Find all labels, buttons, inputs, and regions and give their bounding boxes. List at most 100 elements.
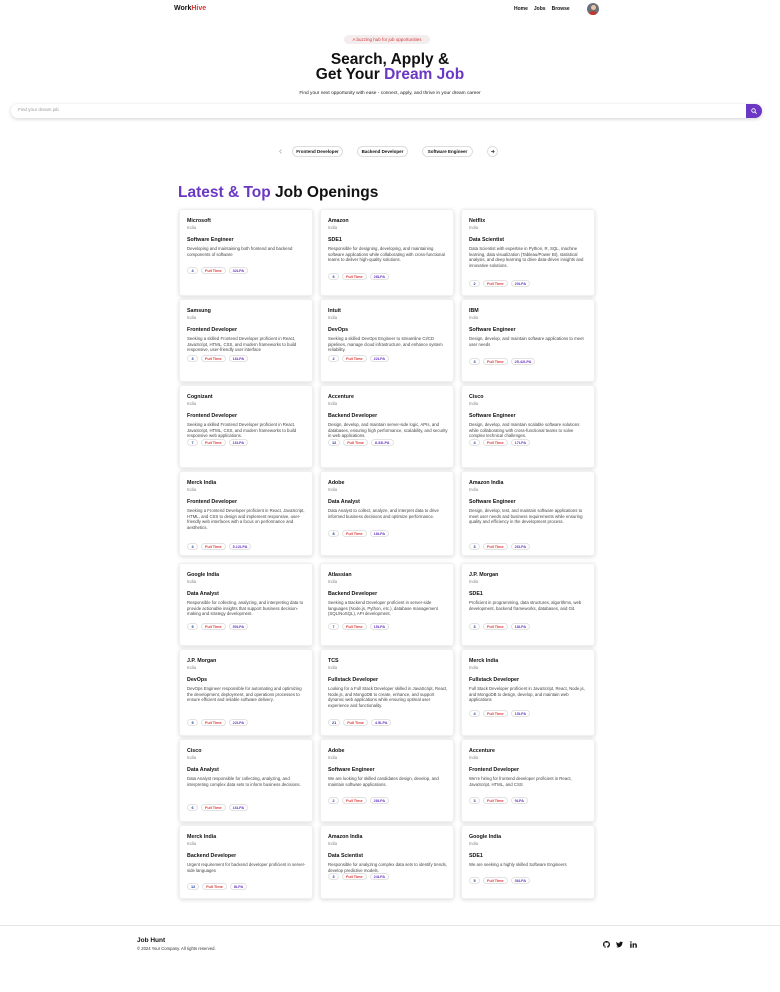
job-type-badge: Full Time [342,355,367,362]
job-card[interactable]: Amazon India India Software Engineer Design… [461,471,595,556]
job-card[interactable]: Netflix India Data Scientist Data Scientist… [461,209,595,296]
job-description: Seeking a Backend Developer proficient i… [328,600,438,616]
job-card[interactable]: Samsung India Frontend Developer Seeking a … [179,299,313,382]
category-chip-backend[interactable]: Backend Developer [357,146,408,157]
job-location: India [328,400,338,406]
search-button[interactable] [746,104,762,118]
job-card[interactable]: Accenture India Backend Developer Design, d… [320,385,454,468]
job-location: India [187,664,197,670]
job-description: DevOps Engineer responsible for automati… [187,686,302,702]
job-description: Data Scientist with expertise in Python,… [469,246,584,268]
job-card[interactable]: TCS India Fullstack Developer Looking for a… [320,649,454,736]
job-card[interactable]: Amazon India India Data Scientist Responsib… [320,825,454,899]
job-company: Cognizant [187,394,213,400]
job-type-badge: Full Time [201,719,226,726]
job-description: We are looking for skilled candidates de… [328,776,439,787]
github-link[interactable] [602,940,611,949]
job-badges: 3 Full Time 25.42LPA [469,358,536,365]
job-location: India [187,578,197,584]
job-type-badge: Full Time [342,797,367,804]
job-card[interactable]: Amazon India SDE1 Responsible for designing… [320,209,454,296]
logo-hive: Hive [191,5,207,12]
linkedin-link[interactable] [629,940,638,949]
job-type-badge: Full Time [201,355,226,362]
job-company: Merck India [469,658,499,664]
positions-badge: 3 [469,358,480,365]
footer-divider [0,925,780,926]
job-card[interactable]: Cognizant India Frontend Developer Seeking … [179,385,313,468]
job-card[interactable]: Atlassian India Backend Developer Seeking a… [320,563,454,646]
carousel-next-button[interactable] [487,146,498,157]
job-location: India [469,754,479,760]
job-company: Adobe [328,480,345,486]
job-description: Design, develop, test, and maintain soft… [469,508,583,524]
nav-links: Home Jobs Browse [514,6,570,12]
carousel-prev-button[interactable] [275,146,286,157]
positions-badge: 2 [328,355,339,362]
avatar[interactable] [587,3,599,15]
job-company: Amazon [328,218,349,224]
job-location: India [187,840,197,846]
job-badges: 7 Full Time 16LPA [187,439,249,446]
chevron-left-icon [279,149,282,154]
positions-badge: 12 [187,883,200,890]
job-title: Data Scientist [328,853,364,859]
job-card[interactable]: J.P. Morgan India SDE1 Proficient in progra… [461,563,595,646]
job-badges: 6 Full Time 28LPA [328,273,390,280]
job-badges: 4 Full Time 5.12LPA [187,543,252,550]
job-description: Responsible for analyzing complex data s… [328,862,447,873]
job-badges: 3 Full Time 9LPA [469,797,529,804]
job-card[interactable]: Accenture India Frontend Developer We're hi… [461,739,595,822]
job-badges: 3 Full Time 16LPA [187,355,249,362]
category-chip-software[interactable]: Software Engineer [422,146,473,157]
salary-badge: 9LPA [510,797,529,804]
job-card[interactable]: Merck India India Fullstack Developer Full … [461,649,595,736]
job-card[interactable]: IBM India Software Engineer Design, develop… [461,299,595,382]
job-title: Software Engineer [328,767,375,773]
job-card[interactable]: Adobe India Software Engineer We are lookin… [320,739,454,822]
job-badges: 5 Full Time 36LPA [469,877,531,884]
search-input[interactable]: Find your dream job [18,107,59,112]
job-title: Software Engineer [469,413,516,419]
positions-badge: 5 [469,877,480,884]
salary-badge: 16LPA [228,355,249,362]
job-description: We are seeking a highly skilled Software… [469,862,567,867]
job-type-badge: Full Time [483,710,508,717]
positions-badge: 7 [328,623,339,630]
job-card[interactable]: Cisco India Data Analyst Data Analyst respo… [179,739,313,822]
salary-badge: 20LPA [510,280,531,287]
salary-badge: 26LPA [510,543,531,550]
nav-link-browse[interactable]: Browse [552,6,570,12]
job-company: Accenture [469,748,495,754]
logo-work: Work [174,5,192,12]
positions-badge: 4 [469,710,480,717]
logo[interactable]: WorkHive [174,5,206,12]
positions-badge: 3 [328,873,339,880]
job-description: Responsible for designing, developing, a… [328,246,445,262]
category-chip-frontend[interactable]: Frontend Developer [292,146,343,157]
footer-copyright: © 2024 Your Company. All rights reserved… [137,946,216,951]
job-location: India [187,486,197,492]
job-card[interactable]: Google India India Data Analyst Responsible… [179,563,313,646]
positions-badge: 2 [328,797,339,804]
job-badges: 4 Full Time 32LPA [187,267,249,274]
job-badges: 6 Full Time 16LPA [187,804,249,811]
top-navbar: WorkHive Home Jobs Browse [0,0,780,18]
job-card[interactable]: Google India India SDE1 We are seeking a hi… [461,825,595,899]
twitter-icon [616,941,623,948]
job-type-badge: Full Time [343,719,368,726]
twitter-link[interactable] [615,940,624,949]
job-card[interactable]: Adobe India Data Analyst Data Analyst to co… [320,471,454,556]
job-card[interactable]: J.P. Morgan India DevOps DevOps Engineer re… [179,649,313,736]
nav-link-home[interactable]: Home [514,6,528,12]
job-card[interactable]: Cisco India Software Engineer Design, devel… [461,385,595,468]
job-description: Urgent requirement for backend developer… [187,862,306,873]
salary-badge: 5.12LPA [228,543,252,550]
job-type-badge: Full Time [201,439,226,446]
job-card[interactable]: Merck India India Frontend Developer Seekin… [179,471,313,556]
job-card[interactable]: Merck India India Backend Developer Urgent … [179,825,313,899]
job-card[interactable]: Microsoft India Software Engineer Developin… [179,209,313,296]
job-card[interactable]: Intuit India DevOps Seeking a skilled DevOp… [320,299,454,382]
nav-link-jobs[interactable]: Jobs [534,6,546,12]
positions-badge: 7 [187,439,198,446]
